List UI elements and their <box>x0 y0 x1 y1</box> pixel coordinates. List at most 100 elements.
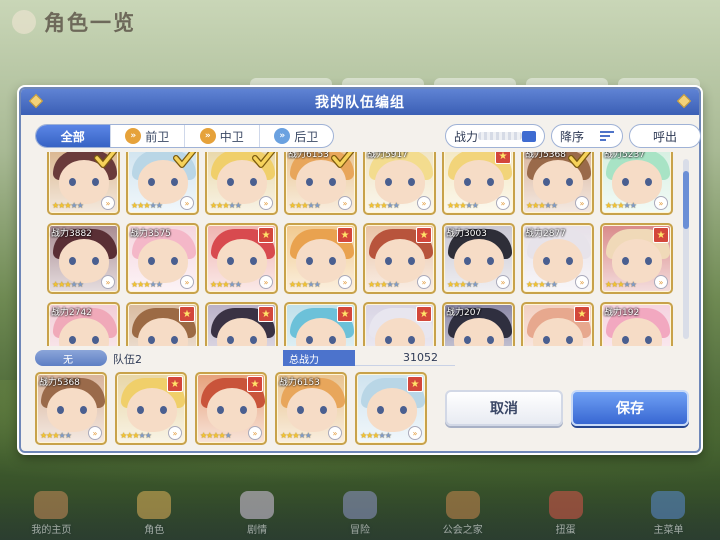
filter-front[interactable]: » 前卫 <box>111 125 185 147</box>
card-power: 战力3882 <box>51 229 92 239</box>
character-card[interactable]: 战力5917 ★★★★★ » <box>363 152 436 215</box>
divider <box>355 365 455 366</box>
filter-back[interactable]: » 后卫 <box>260 125 334 147</box>
star-rating: ★★★★★ <box>360 431 392 440</box>
character-card[interactable]: ★★★★★ » ★ <box>600 223 673 294</box>
star-rating: ★★★★★ <box>526 280 558 289</box>
character-card[interactable]: ★★★★★ » <box>205 152 278 215</box>
save-button[interactable]: 保存 <box>571 390 689 426</box>
character-card[interactable]: ★★★★★ » ★ <box>284 302 357 346</box>
scrollbar-thumb[interactable] <box>683 171 689 229</box>
character-eyes <box>148 178 178 186</box>
bottom-nav-item[interactable]: 我的主页 <box>16 491 86 536</box>
card-power: 战力6153 <box>288 152 329 160</box>
star-rating: ★★★★★ <box>210 280 242 289</box>
card-power: 战力5917 <box>367 152 408 160</box>
character-eyes <box>148 336 178 344</box>
card-power: 战力3575 <box>130 229 171 239</box>
total-power-value: 31052 <box>403 351 438 364</box>
character-eyes <box>464 178 494 186</box>
card-power: 战力5368 <box>525 152 566 160</box>
favorite-star-icon: ★ <box>337 306 353 322</box>
bottom-nav-item[interactable]: 冒险 <box>325 491 395 536</box>
call-button[interactable]: 呼出 <box>629 124 701 148</box>
character-eyes <box>306 257 336 265</box>
character-card[interactable]: 战力192 ★★★★★ » <box>600 302 673 346</box>
character-card[interactable]: 战力5368 ★★★★★ » <box>35 372 107 445</box>
grid-scrollbar[interactable] <box>683 159 689 339</box>
character-card[interactable]: ★★★★★ » ★ <box>115 372 187 445</box>
character-card[interactable]: 战力6153 ★★★★★ » <box>284 152 357 215</box>
checkmark-icon <box>94 152 118 168</box>
role-chevron-icon: » <box>101 275 115 289</box>
role-chevron-icon: » <box>248 426 262 440</box>
character-card[interactable]: ★★★★★ » ★ <box>442 152 515 215</box>
card-power: 战力207 <box>446 308 482 318</box>
character-eyes <box>69 257 99 265</box>
character-eyes <box>622 257 652 265</box>
sort-field-slider <box>478 132 522 140</box>
character-card[interactable]: ★★★★★ » ★ <box>521 302 594 346</box>
party-slot-tag[interactable]: 无 <box>35 350 107 366</box>
role-chevron-icon: » <box>259 196 273 210</box>
character-icon <box>137 491 172 519</box>
party-slot-tag-label: 无 <box>63 354 73 366</box>
card-power: 战力5368 <box>39 378 80 388</box>
bottom-nav-item[interactable]: 主菜单 <box>633 491 703 536</box>
role-chevron-icon: » <box>180 196 194 210</box>
character-card[interactable]: 战力3575 ★★★★★ » <box>126 223 199 294</box>
bottom-nav-label: 角色 <box>144 525 165 536</box>
character-card[interactable]: 战力2877 ★★★★★ » <box>521 223 594 294</box>
character-card[interactable]: 战力3882 ★★★★★ » <box>47 223 120 294</box>
character-card[interactable]: ★★★★★ » ★ <box>205 302 278 346</box>
favorite-star-icon: ★ <box>416 306 432 322</box>
character-card[interactable]: ★★★★★ » <box>47 152 120 215</box>
role-chevron-icon: » <box>496 196 510 210</box>
character-eyes <box>385 257 415 265</box>
character-card[interactable]: 战力6153 ★★★★★ » <box>275 372 347 445</box>
character-card[interactable]: 战力5368 ★★★★★ » <box>521 152 594 215</box>
character-card[interactable]: ★★★★★ » <box>126 152 199 215</box>
star-rating: ★★★★★ <box>52 201 84 210</box>
character-eyes <box>69 178 99 186</box>
character-card[interactable]: 战力207 ★★★★★ » <box>442 302 515 346</box>
favorite-star-icon: ★ <box>258 227 274 243</box>
character-eyes <box>148 257 178 265</box>
bottom-nav-item[interactable]: 公会之家 <box>428 491 498 536</box>
filter-middle[interactable]: » 中卫 <box>185 125 260 147</box>
character-card[interactable]: 战力2742 ★★★★★ » <box>47 302 120 346</box>
role-chevron-icon: » <box>338 196 352 210</box>
gacha-icon <box>548 491 583 519</box>
home-icon <box>34 491 69 519</box>
party-header: 无 队伍2 总战力 31052 <box>35 349 685 367</box>
character-grid-viewport[interactable]: ★★★★★ » ★★★★★ » ★★★★★ » 战力6153 ★★★★★ » 战… <box>47 152 683 346</box>
character-card[interactable]: 战力5237 ★★★★★ » <box>600 152 673 215</box>
sort-field-button[interactable]: 战力 <box>445 124 545 148</box>
card-power: 战力2877 <box>525 229 566 239</box>
bottom-nav-item[interactable]: 剧情 <box>222 491 292 536</box>
header-ornament-icon <box>28 93 44 109</box>
filter-bar: 全部 » 前卫 » 中卫 » 后卫 战力 降序 呼出 <box>35 124 701 148</box>
star-rating: ★★★★★ <box>526 201 558 210</box>
cancel-button[interactable]: 取消 <box>445 390 563 426</box>
character-card[interactable]: ★★★★★ » ★ <box>284 223 357 294</box>
window-icon <box>522 130 536 142</box>
filter-all[interactable]: 全部 <box>36 125 111 147</box>
character-card[interactable]: ★★★★★ » ★ <box>363 223 436 294</box>
role-chevron-icon: » <box>408 426 422 440</box>
bottom-nav-label: 公会之家 <box>442 525 483 536</box>
sort-order-button[interactable]: 降序 <box>551 124 623 148</box>
character-card[interactable]: ★★★★★ » ★ <box>363 302 436 346</box>
character-eyes <box>622 336 652 344</box>
character-card[interactable]: ★★★★★ » ★ <box>355 372 427 445</box>
character-card[interactable]: ★★★★★ » ★ <box>205 223 278 294</box>
role-chevron-icon: » <box>88 426 102 440</box>
character-card[interactable]: 战力3003 ★★★★★ » <box>442 223 515 294</box>
bottom-nav-item[interactable]: 扭蛋 <box>531 491 601 536</box>
star-rating: ★★★★★ <box>289 201 321 210</box>
character-card[interactable]: ★★★★★ » ★ <box>195 372 267 445</box>
character-card[interactable]: ★★★★★ » ★ <box>126 302 199 346</box>
filter-middle-label: 中卫 <box>219 129 244 144</box>
bottom-nav-item[interactable]: 角色 <box>119 491 189 536</box>
star-rating: ★★★★★ <box>131 280 163 289</box>
